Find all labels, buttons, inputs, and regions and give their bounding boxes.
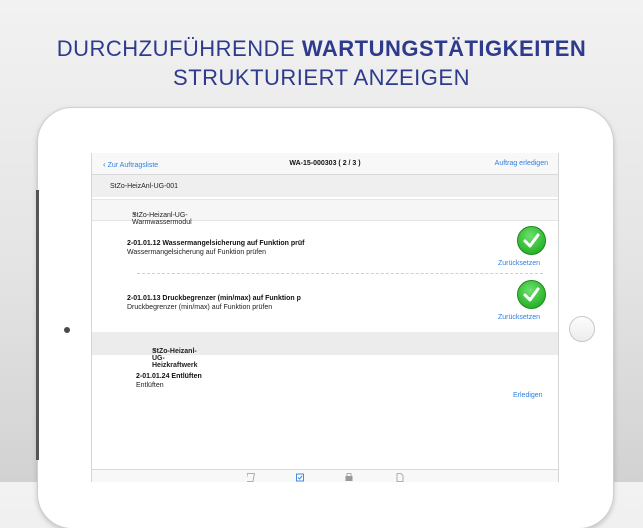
- document-icon[interactable]: [396, 473, 404, 482]
- task-title: 2-01.01.12 Wassermangelsicherung auf Fun…: [127, 240, 305, 247]
- group-label: StZo-Heizanl-UG-Heizkraftwerk: [152, 348, 198, 369]
- group-header-level1: StZo-HeizAnl-UG-001: [92, 175, 558, 197]
- reset-button[interactable]: Zurücksetzen: [498, 260, 540, 267]
- marketing-headline-line1: DURCHZUFÜHRENDE WARTUNGSTÄTIGKEITEN: [0, 36, 643, 62]
- camera-icon: [64, 327, 70, 333]
- page-title: WA-15-000303 ( 2 / 3 ): [289, 160, 361, 167]
- task-subtitle: Entlüften: [136, 382, 164, 389]
- marketing-headline-line2: STRUKTURIERT ANZEIGEN: [173, 65, 470, 90]
- row-divider: [137, 273, 543, 274]
- task-title: 2-01.01.24 Entlüften: [136, 373, 202, 380]
- bottom-toolbar: [92, 469, 558, 482]
- checkbox-icon[interactable]: [296, 473, 304, 482]
- done-check-icon: [517, 226, 546, 255]
- complete-order-button[interactable]: Auftrag erledigen: [495, 160, 548, 167]
- headline-bold: WARTUNGSTÄTIGKEITEN: [301, 36, 587, 61]
- task-subtitle: Druckbegrenzer (min/max) auf Funktion pr…: [127, 304, 273, 311]
- home-button[interactable]: [569, 316, 595, 342]
- group-header-level3[interactable]: ▼ StZo-Heizanl-UG-Heizkraftwerk: [92, 332, 558, 369]
- navigation-bar: ‹ Zur Auftragsliste WA-15-000303 ( 2 / 3…: [92, 153, 558, 175]
- print-icon[interactable]: [345, 473, 353, 482]
- app-screen: ‹ Zur Auftragsliste WA-15-000303 ( 2 / 3…: [91, 153, 559, 482]
- complete-task-button[interactable]: Erledigen: [513, 392, 543, 399]
- tablet-edge: [36, 190, 39, 460]
- reset-button[interactable]: Zurücksetzen: [498, 314, 540, 321]
- group-label: StZo-Heizanl-UG-Warmwassermodul: [132, 212, 192, 226]
- checklist-icon[interactable]: [247, 473, 255, 482]
- task-subtitle: Wassermangelsicherung auf Funktion prüfe…: [127, 249, 267, 256]
- group-label: StZo-HeizAnl-UG-001: [110, 183, 179, 190]
- headline-light: DURCHZUFÜHRENDE: [56, 36, 296, 61]
- group-header-level2[interactable]: ▼ StZo-Heizanl-UG-Warmwassermodul: [92, 199, 558, 226]
- done-check-icon: [517, 280, 546, 309]
- task-title: 2-01.01.13 Druckbegrenzer (min/max) auf …: [127, 295, 301, 302]
